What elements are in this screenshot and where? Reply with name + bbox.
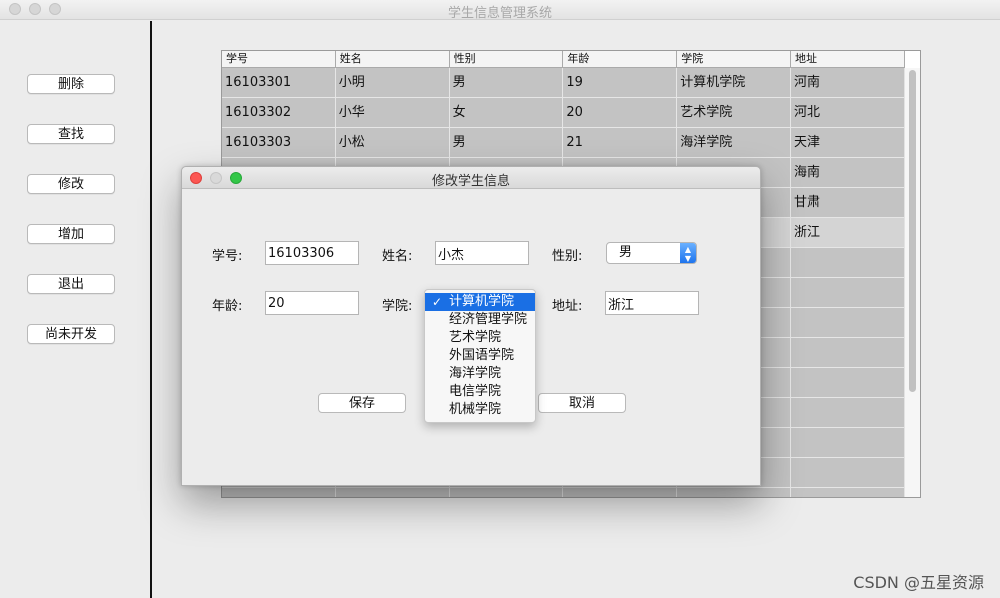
checkmark-icon: ✓: [432, 295, 443, 309]
table-cell-address[interactable]: [790, 308, 905, 338]
table-cell-college[interactable]: 计算机学院: [677, 68, 791, 98]
column-header-college[interactable]: 学院: [677, 51, 791, 68]
table-cell-college[interactable]: 海洋学院: [677, 128, 791, 158]
id-input[interactable]: [265, 241, 359, 265]
option-label: 计算机学院: [449, 294, 515, 309]
table-cell-address[interactable]: [790, 398, 905, 428]
table-cell-address[interactable]: 河北: [790, 98, 905, 128]
table-cell-address[interactable]: [790, 338, 905, 368]
option-label: 经济管理学院: [449, 312, 528, 327]
window-title: 学生信息管理系统: [447, 6, 552, 21]
option-label: 艺术学院: [449, 330, 502, 345]
table-row[interactable]: 16103303 小松男 21 海洋学院 天津: [222, 128, 905, 158]
option-label: 海洋学院: [449, 366, 502, 381]
table-cell-address[interactable]: [790, 368, 905, 398]
table-cell-age[interactable]: 21: [563, 128, 678, 158]
dialog-title: 修改学生信息: [431, 174, 510, 189]
college-option[interactable]: 机械学院: [425, 401, 535, 419]
college-option[interactable]: 电信学院: [425, 383, 535, 401]
add-button[interactable]: 增加: [27, 224, 115, 244]
table-cell-address[interactable]: 浙江: [790, 218, 905, 248]
table-cell-name[interactable]: 小明: [335, 68, 450, 98]
table-cell-id[interactable]: 16103303: [222, 128, 336, 158]
college-option[interactable]: 海洋学院: [425, 365, 535, 383]
table-cell-name[interactable]: 小华: [335, 98, 450, 128]
table-cell-address[interactable]: [790, 428, 905, 458]
gender-select-value: 男: [619, 245, 633, 260]
college-dropdown[interactable]: ✓ 计算机学院 经济管理学院 艺术学院 外国语学院 海洋学院 电信学院 机械学院: [424, 289, 536, 423]
table-cell-age[interactable]: [563, 488, 678, 497]
sidebar: 删除 查找 修改 增加 退出 尚未开发: [0, 21, 152, 598]
table-cell-age[interactable]: 20: [563, 98, 678, 128]
table-cell-address[interactable]: [790, 458, 905, 488]
age-input[interactable]: [265, 291, 359, 315]
college-option[interactable]: 外国语学院: [425, 347, 535, 365]
table-scrollbar[interactable]: [904, 68, 920, 497]
column-header-address[interactable]: 地址: [791, 51, 905, 68]
table-cell-id[interactable]: 16103301: [222, 68, 336, 98]
table-cell-address[interactable]: [790, 248, 905, 278]
table-cell-gender[interactable]: 女: [449, 98, 564, 128]
name-input[interactable]: [435, 241, 529, 265]
table-cell-address[interactable]: 海南: [790, 158, 905, 188]
id-label: 学号:: [212, 249, 243, 264]
table-cell-address[interactable]: [790, 278, 905, 308]
table-cell-id[interactable]: [222, 488, 336, 497]
address-input[interactable]: [605, 291, 699, 315]
table-cell-address[interactable]: 甘肃: [790, 188, 905, 218]
watermark: CSDN @五星资源: [853, 573, 984, 592]
college-option[interactable]: ✓ 计算机学院: [425, 293, 535, 311]
exit-button[interactable]: 退出: [27, 274, 115, 294]
table-cell-gender[interactable]: [449, 488, 564, 497]
undeveloped-button[interactable]: 尚未开发: [27, 324, 115, 344]
scrollbar-thumb[interactable]: [909, 70, 916, 392]
address-label: 地址:: [552, 299, 583, 314]
table-cell-id[interactable]: 16103302: [222, 98, 336, 128]
college-option[interactable]: 经济管理学院: [425, 311, 535, 329]
column-header-gender[interactable]: 性别: [450, 51, 564, 68]
table-cell-college[interactable]: [677, 488, 791, 497]
table-row[interactable]: [222, 488, 905, 497]
modify-button[interactable]: 修改: [27, 174, 115, 194]
college-label: 学院:: [382, 299, 413, 314]
dialog-titlebar: 修改学生信息: [182, 167, 760, 189]
table-cell-gender[interactable]: 男: [449, 128, 564, 158]
gender-label: 性别:: [552, 249, 583, 264]
delete-button[interactable]: 删除: [27, 74, 115, 94]
table-cell-name[interactable]: 小松: [335, 128, 450, 158]
column-header-id[interactable]: 学号: [222, 51, 336, 68]
gender-select[interactable]: 男 ▲ ▼: [606, 242, 697, 264]
table-cell-address[interactable]: 河南: [790, 68, 905, 98]
age-label: 年龄:: [212, 299, 243, 314]
table-cell-address[interactable]: [790, 488, 905, 497]
option-label: 机械学院: [449, 402, 502, 417]
table-row[interactable]: 16103301 小明男 19 计算机学院 河南: [222, 68, 905, 98]
table-cell-gender[interactable]: 男: [449, 68, 564, 98]
table-cell-age[interactable]: 19: [563, 68, 678, 98]
table-cell-name[interactable]: [335, 488, 450, 497]
table-row[interactable]: 16103302 小华女 20 艺术学院 河北: [222, 98, 905, 128]
college-option[interactable]: 艺术学院: [425, 329, 535, 347]
name-label: 姓名:: [382, 249, 413, 264]
cancel-button[interactable]: 取消: [538, 393, 626, 413]
window-titlebar: 学生信息管理系统: [0, 0, 1000, 21]
column-header-age[interactable]: 年龄: [563, 51, 678, 68]
option-label: 电信学院: [449, 384, 502, 399]
column-header-name[interactable]: 姓名: [336, 51, 450, 68]
table-header: 学号 姓名 性别 年龄 学院 地址: [222, 51, 905, 68]
updown-arrows-icon: ▲ ▼: [680, 243, 696, 263]
search-button[interactable]: 查找: [27, 124, 115, 144]
option-label: 外国语学院: [449, 348, 515, 363]
table-cell-address[interactable]: 天津: [790, 128, 905, 158]
save-button[interactable]: 保存: [318, 393, 406, 413]
table-cell-college[interactable]: 艺术学院: [677, 98, 791, 128]
